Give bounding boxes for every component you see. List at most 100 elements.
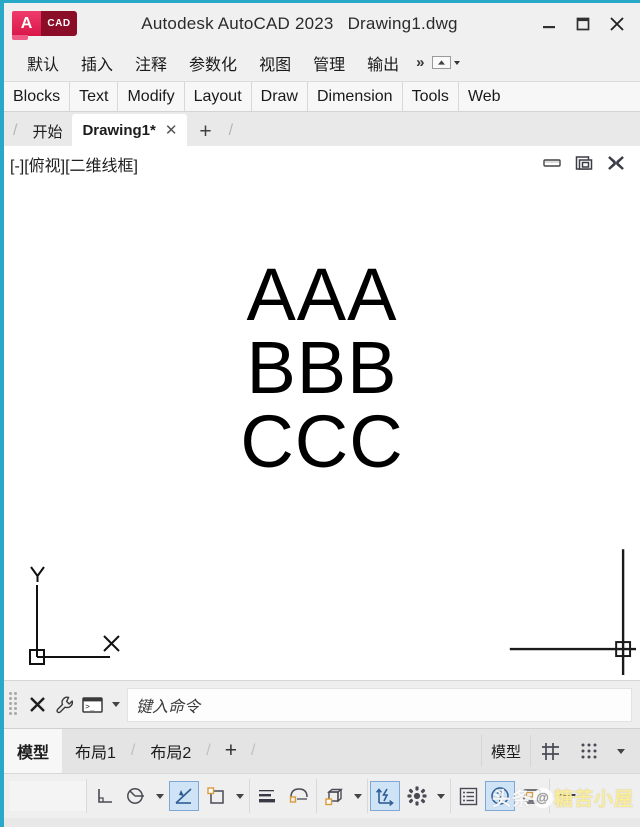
- ribbon-tab-annotate[interactable]: 注释: [124, 49, 178, 77]
- panel-dimension[interactable]: Dimension: [308, 82, 403, 111]
- model-tab[interactable]: 模型: [4, 729, 63, 773]
- drawing-canvas[interactable]: [-][俯视][二维线框] AAA BBB CCC: [4, 146, 640, 681]
- ribbon-minimize-control[interactable]: [432, 56, 461, 69]
- ribbon-tab-parametric[interactable]: 参数化: [178, 49, 248, 77]
- object-snap-dropdown-icon[interactable]: [232, 781, 248, 811]
- app-title-text: Autodesk AutoCAD 2023: [141, 13, 334, 33]
- model-space-indicator[interactable]: 模型: [480, 735, 530, 767]
- workspace-icon[interactable]: [485, 781, 515, 811]
- polar-tracking-icon[interactable]: [121, 781, 151, 811]
- toolbar-group-3: [316, 779, 367, 813]
- tab-separator-icon: /: [13, 122, 18, 139]
- ribbon-panel-row: Blocks Text Modify Layout Draw Dimension…: [4, 82, 640, 112]
- minimize-button[interactable]: [532, 7, 566, 41]
- ribbon-tab-insert[interactable]: 插入: [70, 49, 124, 77]
- chevron-down-icon[interactable]: [107, 691, 125, 719]
- selection-cycling-dropdown-icon[interactable]: [433, 781, 449, 811]
- transparency-icon[interactable]: [284, 781, 314, 811]
- viewport-controls: [542, 154, 626, 172]
- window-title: Autodesk AutoCAD 2023 Drawing1.dwg: [77, 14, 532, 34]
- viewport-label[interactable]: [-][俯视][二维线框]: [10, 152, 138, 176]
- panel-layout[interactable]: Layout: [185, 82, 252, 111]
- selection-cycling-icon[interactable]: [402, 781, 432, 811]
- caret-glyph: [112, 702, 120, 707]
- annotation-scale-icon[interactable]: [453, 781, 483, 811]
- toolbar-group-2: [249, 779, 316, 813]
- wrench-icon[interactable]: [51, 691, 79, 719]
- close-button[interactable]: [600, 7, 634, 41]
- toolbar-spacer: [10, 781, 86, 811]
- lineweight-icon[interactable]: [252, 781, 282, 811]
- command-input-placeholder: 键入命令: [136, 698, 201, 716]
- toolbar-group-1: [86, 779, 249, 813]
- panel-web[interactable]: Web: [459, 82, 510, 111]
- ribbon-tab-manage[interactable]: 管理: [302, 49, 356, 77]
- tab-separator-icon-2: /: [228, 122, 234, 139]
- panel-tools[interactable]: Tools: [403, 82, 459, 111]
- file-tab-bar: / 开始 Drawing1* ✕ + /: [4, 112, 640, 146]
- clean-screen-icon[interactable]: [552, 781, 582, 811]
- drawing-text-block[interactable]: AAA BBB CCC: [4, 257, 640, 478]
- logo-a-mark: A: [12, 11, 41, 40]
- polar-tracking-dropdown-icon[interactable]: [152, 781, 168, 811]
- toolbar-group-4: [367, 779, 450, 813]
- grid-icon[interactable]: [530, 735, 570, 767]
- toolbar-group-6: [549, 779, 584, 813]
- file-tab-label: Drawing1*: [82, 121, 156, 139]
- autocad-logo[interactable]: A CAD: [12, 11, 77, 40]
- panel-text[interactable]: Text: [70, 82, 119, 111]
- object-snap-tracking-icon[interactable]: [201, 781, 231, 811]
- ribbon-overflow-icon[interactable]: »: [410, 54, 428, 71]
- panel-blocks[interactable]: Blocks: [4, 82, 71, 111]
- command-input[interactable]: 键入命令: [127, 687, 632, 722]
- command-close-icon[interactable]: [23, 691, 51, 719]
- new-layout-button[interactable]: +: [213, 739, 249, 763]
- caret-glyph-status: [617, 748, 625, 754]
- layout-tab-1[interactable]: 布局1: [62, 729, 129, 773]
- grip-dots-icon[interactable]: [9, 691, 18, 718]
- close-icon[interactable]: ✕: [165, 121, 178, 139]
- ribbon-tab-view[interactable]: 视图: [248, 49, 302, 77]
- 3d-object-snap-icon[interactable]: [319, 781, 349, 811]
- panel-draw[interactable]: Draw: [252, 82, 308, 111]
- svg-text:>_: >_: [85, 702, 95, 711]
- document-title-text: Drawing1.dwg: [347, 13, 458, 33]
- toolbar-group-5: [450, 779, 549, 813]
- ribbon-tab-bar: 默认 插入 注释 参数化 视图 管理 输出 »: [4, 44, 640, 82]
- drawing-text-line-2[interactable]: BBB: [4, 331, 640, 405]
- model-layout-tab-bar: 模型 布局1 / 布局2 / + / 模型: [4, 728, 640, 773]
- window-controls: [532, 7, 634, 41]
- title-bar: A CAD Autodesk AutoCAD 2023 Drawing1.dwg: [4, 3, 640, 44]
- panel-modify[interactable]: Modify: [118, 82, 185, 111]
- command-line-bar: >_ 键入命令: [4, 681, 640, 728]
- layout-tab-separator-icon-3: /: [251, 742, 256, 759]
- ribbon-tab-output[interactable]: 输出: [356, 49, 410, 77]
- drawing-text-line-1[interactable]: AAA: [4, 257, 640, 331]
- object-snap-icon[interactable]: [169, 781, 199, 811]
- autocad-window: A CAD Autodesk AutoCAD 2023 Drawing1.dwg …: [0, 0, 640, 827]
- new-tab-button[interactable]: +: [187, 120, 223, 146]
- terminal-icon[interactable]: >_: [79, 691, 107, 719]
- snap-dots-icon[interactable]: [570, 735, 608, 767]
- status-bar-right: 模型: [480, 729, 640, 773]
- viewport-minimize-icon[interactable]: [542, 156, 562, 170]
- chevron-down-icon[interactable]: [608, 735, 634, 767]
- ucs-icon: [29, 566, 120, 665]
- logo-cad-mark: CAD: [41, 11, 77, 36]
- layout-tab-2[interactable]: 布局2: [137, 729, 204, 773]
- drawing-text-line-3[interactable]: CCC: [4, 404, 640, 478]
- maximize-button[interactable]: [566, 7, 600, 41]
- ribbon-collapse-icon[interactable]: [432, 56, 452, 69]
- ribbon-collapse-chevron-down-icon[interactable]: [454, 60, 461, 65]
- status-toggle-toolbar: 头条 @ 糖苦小屋: [4, 773, 640, 818]
- ribbon-tab-home[interactable]: 默认: [16, 49, 70, 77]
- dynamic-ucs-icon[interactable]: [370, 781, 400, 811]
- hardware-acceleration-icon[interactable]: [517, 781, 547, 811]
- ortho-mode-icon[interactable]: [89, 781, 119, 811]
- viewport-restore-icon[interactable]: [574, 154, 594, 172]
- file-tab-start[interactable]: 开始: [22, 116, 72, 146]
- viewport-close-icon[interactable]: [606, 154, 626, 172]
- file-tab-drawing1[interactable]: Drawing1* ✕: [72, 114, 188, 146]
- layout-tab-separator-icon: /: [130, 742, 136, 759]
- 3d-object-snap-dropdown-icon[interactable]: [350, 781, 366, 811]
